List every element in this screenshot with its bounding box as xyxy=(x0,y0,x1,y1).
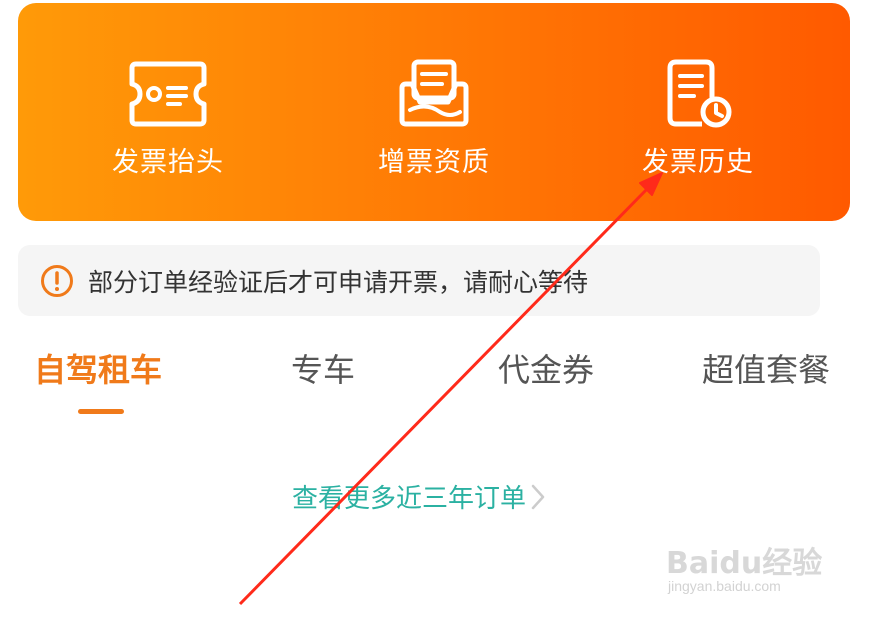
invoice-title-icon xyxy=(129,61,207,127)
vat-qualification-label: 增票资质 xyxy=(378,147,490,178)
order-type-tabs: 自驾租车 专车 代金券 超值套餐 xyxy=(0,335,869,425)
warning-circle-icon xyxy=(41,264,73,297)
invoice-banner: 发票抬头 增票资质 发票历史 xyxy=(18,3,850,221)
invoice-title-button[interactable]: 发票抬头 xyxy=(68,3,268,221)
view-more-orders-link[interactable]: 查看更多近三年订单 xyxy=(292,478,546,515)
invoice-history-icon xyxy=(667,59,732,128)
tab-chauffeur-car[interactable]: 专车 xyxy=(291,345,355,391)
vat-qualification-icon xyxy=(399,59,469,127)
watermark-logo: Baidu经验 xyxy=(666,546,823,581)
tab-vouchers[interactable]: 代金券 xyxy=(498,345,594,391)
notice-text: 部分订单经验证后才可申请开票，请耐心等待 xyxy=(88,267,589,297)
view-more-orders-label: 查看更多近三年订单 xyxy=(292,484,527,514)
tab-self-drive-rental[interactable]: 自驾租车 xyxy=(34,345,162,391)
invoice-history-button[interactable]: 发票历史 xyxy=(598,3,798,221)
invoice-title-label: 发票抬头 xyxy=(112,147,224,178)
baidu-jingyan-watermark: Baidu经验 jingyan.baidu.com xyxy=(662,520,832,600)
tab-value-packages[interactable]: 超值套餐 xyxy=(702,345,830,391)
watermark-url: jingyan.baidu.com xyxy=(668,578,781,594)
notice-bar: 部分订单经验证后才可申请开票，请耐心等待 xyxy=(18,245,820,316)
active-tab-indicator xyxy=(78,409,124,414)
invoice-history-label: 发票历史 xyxy=(642,147,754,178)
chevron-right-icon xyxy=(531,484,545,509)
vat-qualification-button[interactable]: 增票资质 xyxy=(334,3,534,221)
